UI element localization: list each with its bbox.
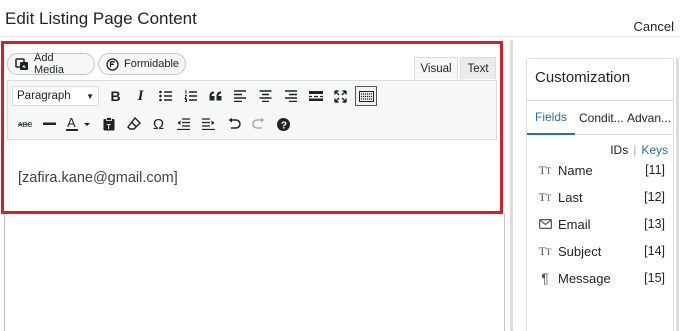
sidebar-scrollbar[interactable] xyxy=(676,58,679,331)
svg-text:T: T xyxy=(106,124,111,131)
tab-advanced[interactable]: Advan... xyxy=(627,101,673,135)
keys-toggle[interactable]: Keys xyxy=(641,143,668,157)
field-item[interactable]: TT Name [11] xyxy=(537,161,665,179)
field-item[interactable]: TT Last [12] xyxy=(537,188,665,206)
numbered-list-icon[interactable] xyxy=(178,84,203,108)
formidable-icon xyxy=(106,57,119,71)
format-select[interactable]: Paragraph ▼ xyxy=(12,86,99,106)
strikethrough-icon[interactable]: ABC xyxy=(12,112,37,136)
paste-text-icon[interactable]: T xyxy=(96,112,121,136)
clear-formatting-icon[interactable] xyxy=(121,112,146,136)
text-field-icon: TT xyxy=(538,189,552,204)
envelope-icon xyxy=(537,219,553,229)
header-divider xyxy=(0,36,680,37)
text-color-icon[interactable]: A xyxy=(62,112,96,136)
tab-visual[interactable]: Visual xyxy=(414,57,458,79)
toolbar-toggle-icon[interactable] xyxy=(355,86,377,106)
indent-icon[interactable] xyxy=(196,112,221,136)
field-id: [13] xyxy=(644,217,665,231)
editor-border xyxy=(504,214,505,331)
svg-text:ABC: ABC xyxy=(18,122,32,128)
horizontal-line-icon[interactable] xyxy=(37,112,62,136)
chevron-down-icon: ▼ xyxy=(86,91,94,101)
add-media-icon xyxy=(15,57,29,71)
svg-text:A: A xyxy=(67,116,76,130)
ids-toggle[interactable]: IDs xyxy=(610,143,628,157)
add-media-button[interactable]: Add Media xyxy=(7,52,95,76)
page-title: Edit Listing Page Content xyxy=(5,9,197,28)
field-item[interactable]: ¶ Message [15] xyxy=(537,269,665,287)
outdent-icon[interactable] xyxy=(171,112,196,136)
field-name: Message xyxy=(558,270,611,286)
customization-tabs: Fields Condit... Advan... xyxy=(527,101,673,135)
align-center-icon[interactable] xyxy=(253,84,278,108)
formidable-button[interactable]: Formidable xyxy=(98,53,186,75)
field-id: [11] xyxy=(645,163,665,177)
special-character-icon[interactable]: Ω xyxy=(146,112,171,136)
field-id: [12] xyxy=(644,190,665,204)
align-right-icon[interactable] xyxy=(278,84,303,108)
field-id: [15] xyxy=(644,271,665,285)
field-id: [14] xyxy=(644,244,665,258)
add-media-label: Add Media xyxy=(34,52,64,76)
customization-panel: Customization Fields Condit... Advan... … xyxy=(526,58,674,331)
align-left-icon[interactable] xyxy=(228,84,253,108)
highlight-frame: Add Media Formidable Visual Text Paragra… xyxy=(1,41,503,214)
field-name: Last xyxy=(558,189,583,205)
editor-border xyxy=(4,214,5,331)
toolbar-row: Paragraph ▼ B I xyxy=(12,84,379,108)
cancel-link[interactable]: Cancel xyxy=(634,19,674,34)
bold-icon[interactable]: B xyxy=(103,84,128,108)
separator: | xyxy=(633,143,637,157)
editor-content[interactable]: [zafira.kane@gmail.com] xyxy=(18,170,178,186)
tab-fields[interactable]: Fields xyxy=(527,101,575,135)
field-name: Name xyxy=(558,162,593,178)
text-field-icon: TT xyxy=(538,243,552,258)
edit-listing-page: Edit Listing Page Content Cancel Add Med… xyxy=(0,0,680,331)
fullscreen-icon[interactable] xyxy=(328,84,353,108)
tab-conditionals[interactable]: Condit... xyxy=(577,101,625,135)
undo-icon[interactable] xyxy=(221,112,246,136)
customization-title: Customization xyxy=(535,69,631,86)
svg-text:?: ? xyxy=(281,120,287,131)
field-name: Email xyxy=(558,216,591,232)
help-icon[interactable]: ? xyxy=(271,112,296,136)
field-item[interactable]: Email [13] xyxy=(537,215,665,233)
redo-icon[interactable] xyxy=(246,112,271,136)
field-item[interactable]: TT Subject [14] xyxy=(537,242,665,260)
formidable-label: Formidable xyxy=(124,58,180,70)
ids-keys-toggle: IDs | Keys xyxy=(610,143,668,157)
editor-toolbar: Paragraph ▼ B I ABC A T Ω ? xyxy=(7,80,497,140)
text-field-icon: TT xyxy=(538,162,552,177)
tab-text[interactable]: Text xyxy=(460,57,496,79)
toolbar-row: ABC A T Ω ? xyxy=(12,112,296,136)
insert-more-icon[interactable] xyxy=(303,84,328,108)
editor-scrollbar[interactable] xyxy=(510,40,513,331)
bullet-list-icon[interactable] xyxy=(153,84,178,108)
format-select-value: Paragraph xyxy=(17,90,71,102)
paragraph-icon: ¶ xyxy=(541,270,549,286)
italic-icon[interactable]: I xyxy=(128,84,153,108)
blockquote-icon[interactable] xyxy=(203,84,228,108)
field-name: Subject xyxy=(558,243,602,259)
